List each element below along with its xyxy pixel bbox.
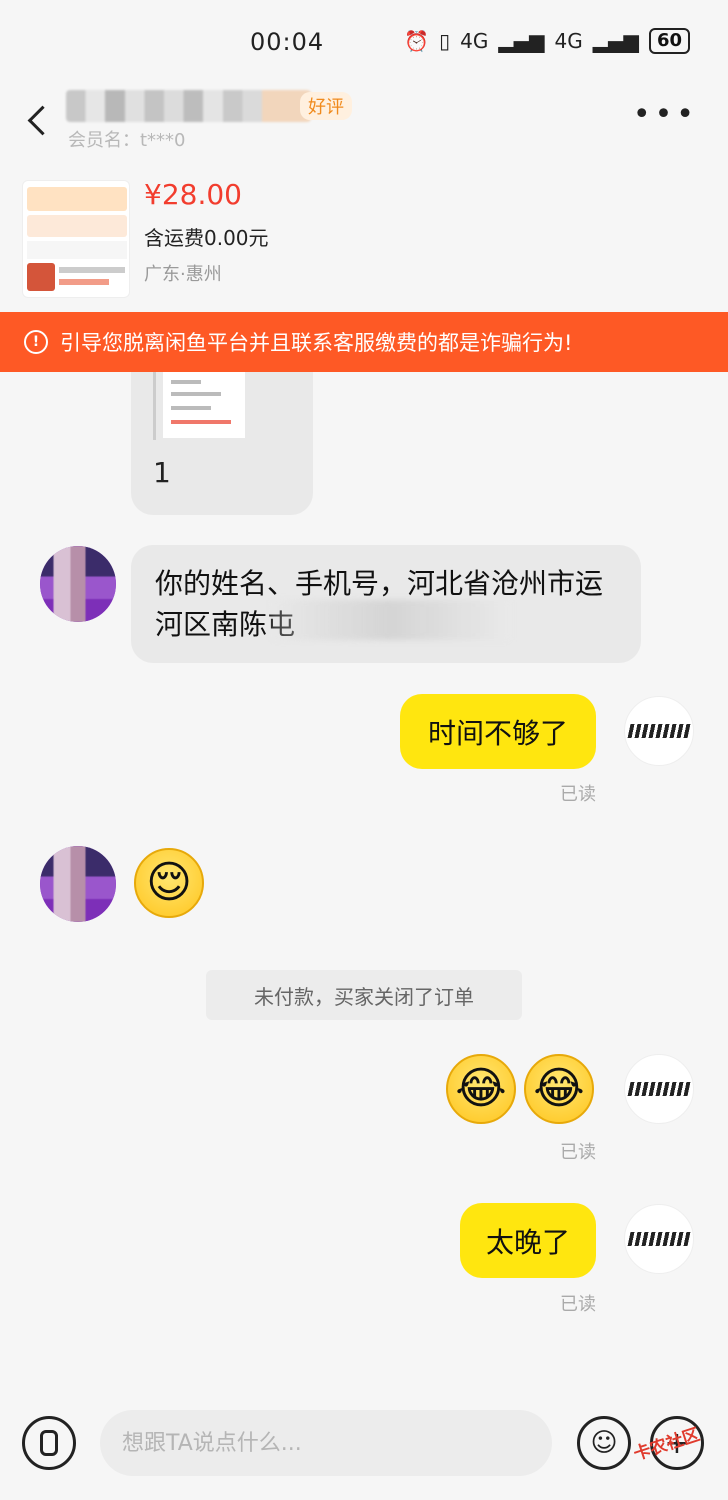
more-options-button[interactable]: ••• (633, 100, 698, 130)
battery-level: 60 (648, 28, 690, 54)
fraud-warning-banner: ! 引导您脱离闲鱼平台并且联系客服缴费的都是诈骗行为! (0, 312, 728, 372)
image-message-bubble[interactable]: 1 (131, 372, 313, 515)
my-avatar[interactable] (624, 1054, 694, 1124)
my-avatar[interactable] (624, 1204, 694, 1274)
image-preview[interactable] (163, 372, 245, 438)
nickname-blurred (66, 90, 311, 122)
read-receipt: 已读 (560, 1142, 596, 1163)
read-receipt: 已读 (560, 784, 596, 805)
signal-1-icon: ▂▄▆ (498, 29, 545, 53)
system-message-text: 未付款，买家关闭了订单 (254, 984, 474, 1009)
chat-page: 00:04 ⏰ ▯ 4G ▂▄▆ 4G ▂▄▆ 60 好评 会员名：t***0 … (0, 0, 728, 1500)
crying-laughing-emoji-icon[interactable]: 😂 (446, 1054, 516, 1124)
message-input[interactable] (100, 1410, 552, 1476)
message-bubble-right[interactable]: 时间不够了 (400, 694, 596, 769)
status-icons: ⏰ ▯ 4G ▂▄▆ 4G ▂▄▆ 60 (404, 28, 690, 54)
system-message: 未付款，买家关闭了订单 (206, 970, 522, 1020)
fraud-warning-text: 引导您脱离闲鱼平台并且联系客服缴费的都是诈骗行为! (60, 331, 573, 355)
message-text-right: 时间不够了 (427, 716, 568, 750)
product-price: ¥28.00 (144, 178, 242, 211)
alarm-icon: ⏰ (404, 29, 430, 53)
message-text-right: 太晚了 (485, 1225, 570, 1259)
emoji-icon[interactable]: ☺ (577, 1416, 631, 1470)
product-thumbnail[interactable] (22, 180, 130, 298)
read-receipt: 已读 (560, 1294, 596, 1315)
chat-header: 好评 会员名：t***0 ••• (0, 86, 728, 156)
network-2-label: 4G (554, 29, 583, 53)
network-1-label: 4G (460, 29, 489, 53)
back-button[interactable] (32, 100, 62, 140)
image-message-caption: 1 (153, 456, 171, 489)
redacted-text (270, 600, 510, 640)
input-bar: ☺ + (0, 1396, 728, 1500)
vibrate-icon: ▯ (439, 29, 451, 53)
product-card[interactable]: ¥28.00 含运费0.00元 广东·惠州 (0, 170, 728, 310)
status-bar: 00:04 ⏰ ▯ 4G ▂▄▆ 4G ▂▄▆ 60 (0, 0, 728, 86)
microphone-icon[interactable] (22, 1416, 76, 1470)
warning-icon: ! (24, 330, 48, 354)
crying-laughing-emoji-icon[interactable]: 😂 (524, 1054, 594, 1124)
status-time: 00:04 (250, 28, 325, 56)
my-avatar[interactable] (624, 696, 694, 766)
product-shipping: 含运费0.00元 (144, 226, 269, 250)
signal-2-icon: ▂▄▆ (592, 29, 639, 53)
seller-avatar[interactable] (40, 846, 116, 922)
member-name: 会员名：t***0 (68, 130, 186, 151)
nickname-tag: 好评 (300, 92, 352, 120)
product-location: 广东·惠州 (144, 264, 222, 285)
message-bubble-right[interactable]: 太晚了 (460, 1203, 596, 1278)
relieved-emoji-icon[interactable]: 😌 (134, 848, 204, 918)
seller-avatar[interactable] (40, 546, 116, 622)
